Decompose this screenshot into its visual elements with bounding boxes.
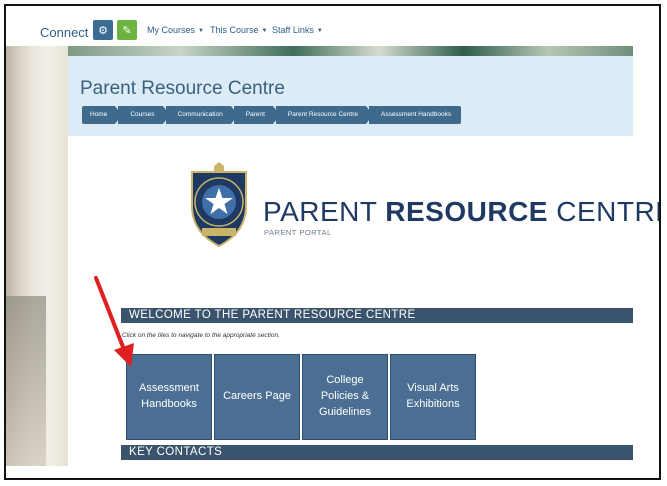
logo-wordmark: PARENT RESOURCE CENTRE — [263, 196, 659, 227]
caret-down-icon: ▼ — [198, 28, 204, 34]
tile-assessment-handbooks[interactable]: Assessment Handbooks — [126, 354, 212, 440]
college-crest-logo — [191, 162, 247, 248]
top-navbar: Connect ⚙ ✎ My Courses ▼ This Course ▼ Sta… — [6, 6, 659, 46]
tile-visual-arts[interactable]: Visual Arts Exhibitions — [390, 354, 476, 440]
breadcrumb: Home Courses Communication Parent Parent… — [82, 106, 464, 124]
caret-down-icon: ▼ — [316, 28, 323, 34]
brand-link[interactable]: Connect — [40, 25, 88, 40]
tile-careers-page[interactable]: Careers Page — [214, 354, 300, 440]
screenshot-frame: Connect ⚙ ✎ My Courses ▼ This Course ▼ Sta… — [4, 4, 661, 480]
edit-icon[interactable]: ✎ — [117, 20, 137, 40]
tile-grid: Assessment Handbooks Careers Page Colleg… — [126, 354, 478, 440]
banner-photo-strip — [68, 46, 633, 56]
background-photo — [6, 46, 68, 466]
page-title: Parent Resource Centre — [80, 78, 285, 99]
breadcrumb-parent-resource-centre[interactable]: Parent Resource Centre — [275, 106, 374, 124]
tiles-hint: Click on the tiles to navigate to the ap… — [122, 332, 280, 339]
breadcrumb-parent[interactable]: Parent — [233, 106, 281, 124]
key-contacts-heading: KEY CONTACTS — [121, 445, 633, 460]
page-header: Parent Resource Centre Home Courses Comm… — [68, 56, 633, 136]
breadcrumb-communication[interactable]: Communication — [165, 106, 238, 124]
caret-down-icon: ▼ — [261, 28, 268, 34]
main-content: PARENT RESOURCE CENTRE PARENT PORTAL WEL… — [68, 136, 659, 466]
menu-staff-links[interactable]: Staff Links ▼ — [272, 25, 323, 35]
breadcrumb-courses[interactable]: Courses — [118, 106, 170, 124]
menu-this-course[interactable]: This Course ▼ — [210, 25, 267, 35]
tile-college-policies[interactable]: College Policies & Guidelines — [302, 354, 388, 440]
breadcrumb-assessment-handbooks[interactable]: Assessment Handbooks — [368, 106, 462, 124]
breadcrumb-home[interactable]: Home — [82, 106, 123, 124]
welcome-heading: WELCOME TO THE PARENT RESOURCE CENTRE — [121, 308, 633, 323]
menu-my-courses[interactable]: My Courses ▼ — [147, 25, 204, 35]
logo-subtitle: PARENT PORTAL — [264, 228, 332, 237]
gears-icon[interactable]: ⚙ — [93, 20, 113, 40]
